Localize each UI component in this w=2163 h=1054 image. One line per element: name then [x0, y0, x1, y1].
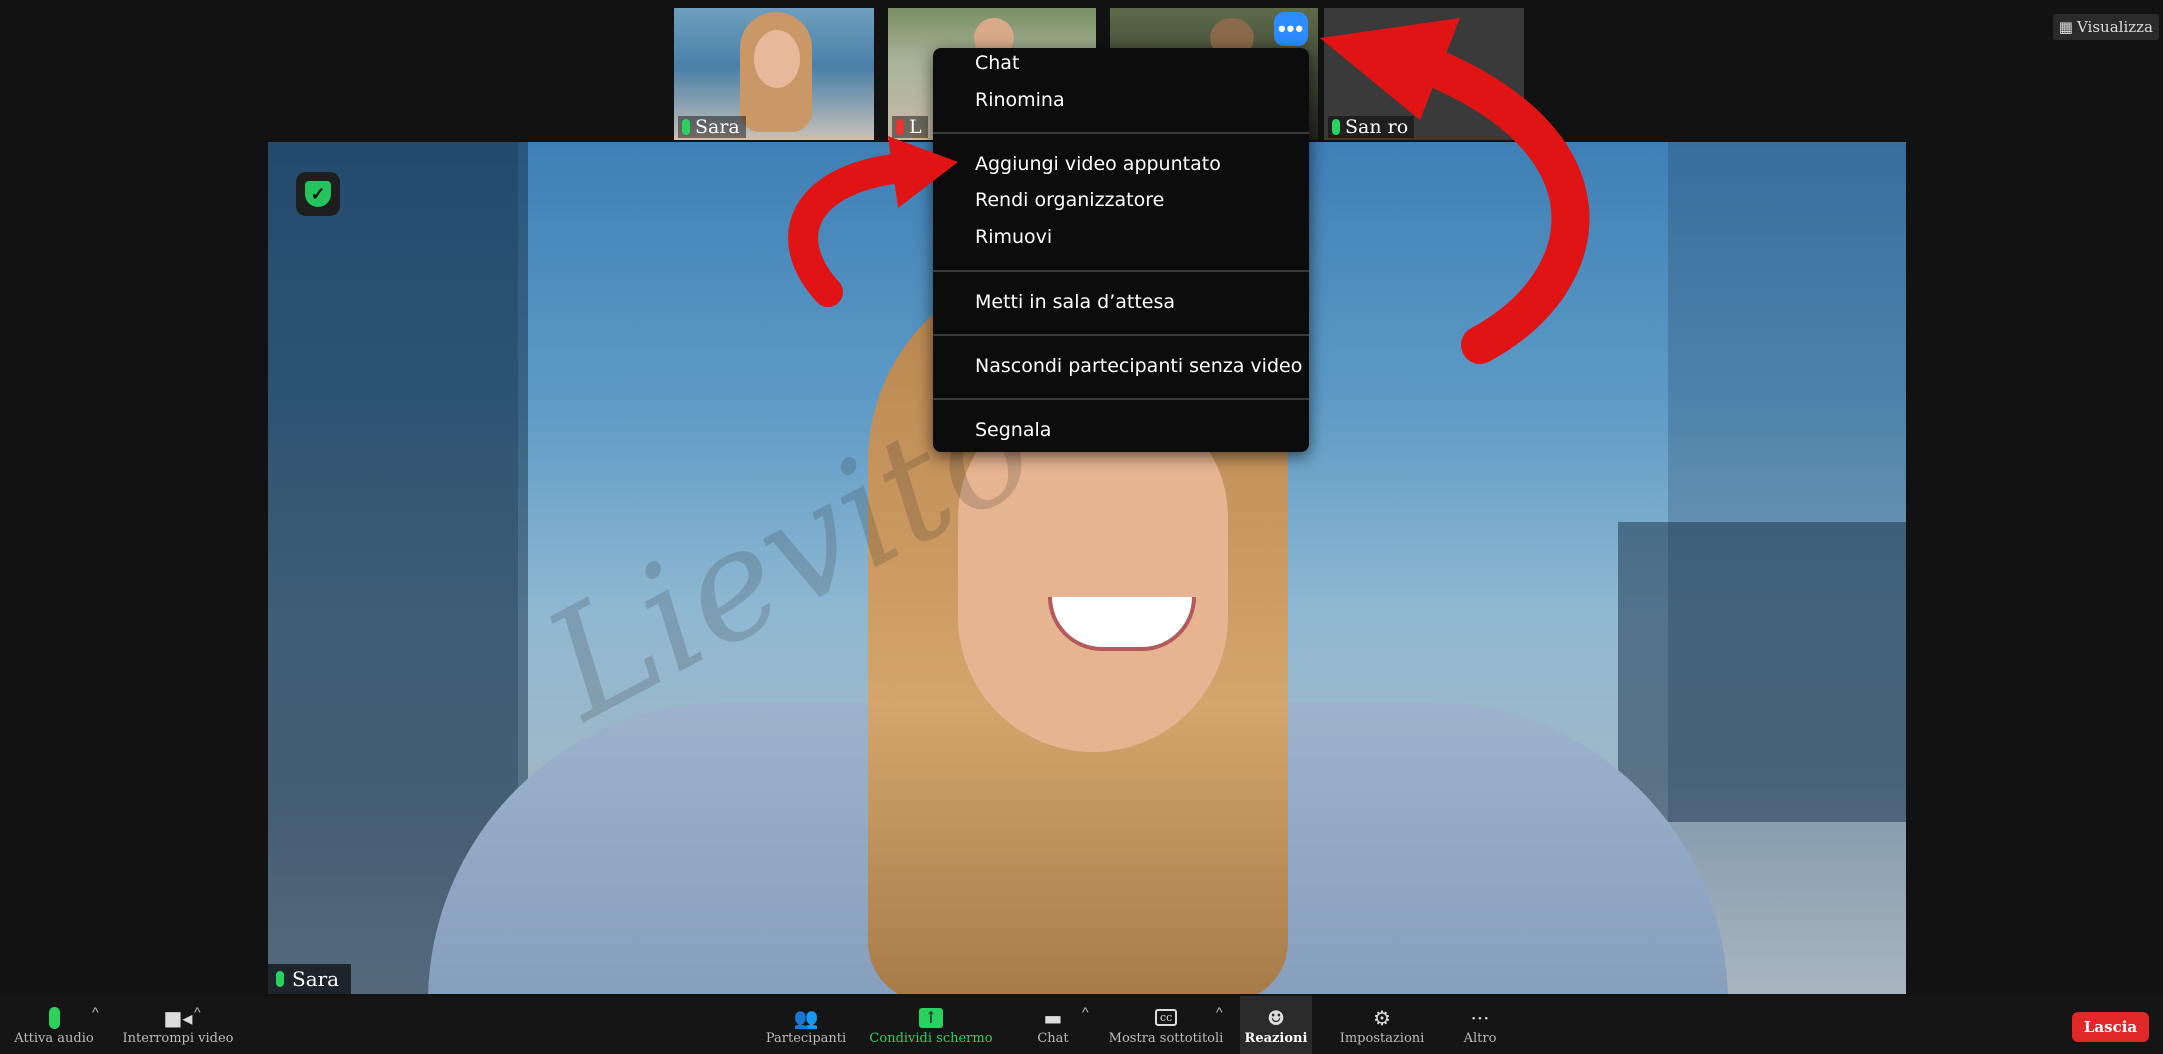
more-button[interactable]: ··· Altro	[1450, 996, 1510, 1054]
mic-muted-icon	[896, 119, 904, 135]
meeting-window: Sara L ••• San ro ▦Visualizza ✓ Sara Lie…	[0, 0, 2163, 1054]
reactions-button[interactable]: ☻ Reazioni	[1240, 996, 1312, 1054]
thumbnail-sara[interactable]: Sara	[674, 8, 874, 140]
leave-button[interactable]: Lascia	[2072, 1012, 2149, 1042]
avatar	[1404, 30, 1444, 70]
chat-button[interactable]: ▬ Chat	[1028, 996, 1078, 1054]
menu-item-hide-non-video[interactable]: Nascondi partecipanti senza video	[975, 355, 1302, 377]
participant-context-menu: Chat Rinomina Aggiungi video appuntato R…	[933, 48, 1309, 452]
grid-icon: ▦	[2058, 18, 2073, 36]
gear-icon: ⚙	[1373, 1005, 1391, 1030]
meeting-toolbar: Attiva audio ^ ■◂ Interrompi video ^ 👥 P…	[0, 996, 2163, 1054]
menu-item-rename[interactable]: Rinomina	[975, 89, 1065, 111]
menu-divider	[933, 398, 1309, 400]
chat-icon: ▬	[1043, 1005, 1063, 1030]
menu-item-chat[interactable]: Chat	[975, 52, 1019, 74]
share-screen-icon: ↑	[919, 1005, 943, 1031]
participant-face	[754, 30, 800, 88]
mic-icon	[276, 971, 284, 987]
captions-button[interactable]: cc Mostra sottotitoli	[1106, 996, 1226, 1054]
menu-item-report[interactable]: Segnala	[975, 419, 1051, 441]
thumbnail-name: San ro	[1328, 116, 1415, 138]
background-building	[1618, 522, 1906, 822]
chat-options-chevron-icon[interactable]: ^	[1082, 1004, 1089, 1020]
participants-button[interactable]: 👥 Partecipanti	[760, 996, 852, 1054]
ellipsis-icon: ···	[1470, 1005, 1490, 1030]
reactions-icon: ☻	[1267, 1005, 1285, 1030]
security-shield-icon[interactable]: ✓	[296, 172, 340, 216]
menu-divider	[933, 334, 1309, 336]
menu-divider	[933, 270, 1309, 272]
captions-options-chevron-icon[interactable]: ^	[1216, 1004, 1223, 1020]
camera-icon: ■◂	[163, 1005, 193, 1030]
speaker-name-tag: Sara	[268, 964, 352, 994]
settings-button[interactable]: ⚙ Impostazioni	[1334, 996, 1430, 1054]
view-button[interactable]: ▦ Visualizza	[2052, 14, 2159, 40]
thumbnail-name: L	[892, 116, 928, 138]
more-options-button[interactable]: •••	[1274, 12, 1308, 46]
audio-options-chevron-icon[interactable]: ^	[92, 1004, 99, 1020]
menu-item-waiting-room[interactable]: Metti in sala d’attesa	[975, 291, 1175, 313]
menu-item-pin-video[interactable]: Aggiungi video appuntato	[975, 153, 1221, 175]
audio-button[interactable]: Attiva audio	[14, 996, 94, 1054]
captions-icon: cc	[1154, 1005, 1178, 1031]
mic-icon	[1332, 119, 1340, 135]
thumbnail-sandro[interactable]: San ro	[1324, 8, 1524, 140]
video-options-chevron-icon[interactable]: ^	[194, 1004, 201, 1020]
participants-icon: 👥	[793, 1005, 819, 1030]
menu-item-make-host[interactable]: Rendi organizzatore	[975, 189, 1164, 211]
thumbnail-name: Sara	[678, 116, 746, 138]
menu-divider	[933, 132, 1309, 134]
mic-icon	[682, 119, 690, 135]
share-screen-button[interactable]: ↑ Condividi schermo	[866, 996, 996, 1054]
menu-item-remove[interactable]: Rimuovi	[975, 226, 1052, 248]
microphone-icon	[48, 1005, 60, 1031]
video-button[interactable]: ■◂ Interrompi video	[118, 996, 238, 1054]
